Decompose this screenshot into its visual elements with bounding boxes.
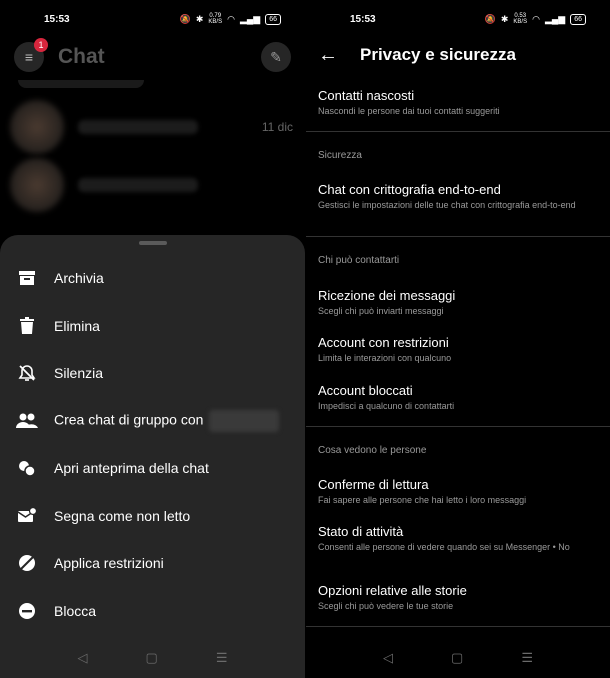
compose-button[interactable]: ✎	[261, 42, 291, 72]
option-block[interactable]: Blocca	[0, 591, 305, 631]
hamburger-icon: ≡	[24, 49, 34, 65]
search-bar-edge	[18, 80, 144, 88]
chat-date: 11 dic	[261, 120, 293, 134]
option-create-group[interactable]: Crea chat di gruppo con	[0, 401, 305, 441]
chat-header: ≡ 1 Chat ✎	[0, 38, 305, 74]
people-icon	[16, 410, 38, 432]
option-archive[interactable]: Archivia	[0, 258, 305, 298]
menu-button[interactable]: ≡ 1	[14, 38, 48, 72]
setting-story-options[interactable]: Opzioni relative alle storie Scegli chi …	[318, 582, 602, 612]
divider	[306, 131, 610, 132]
wifi-icon: ◠	[532, 13, 540, 24]
net-speed: 0.79 KB/S	[208, 13, 223, 25]
option-mute[interactable]: Silenzia	[0, 353, 305, 393]
divider	[306, 236, 610, 237]
status-time: 15:53	[44, 13, 70, 25]
option-delete[interactable]: Elimina	[0, 306, 305, 346]
recents-nav-icon[interactable]: ☰	[216, 650, 228, 666]
setting-hidden-contacts[interactable]: Contatti nascosti Nascondi le persone da…	[318, 87, 602, 117]
blurred-name	[78, 120, 198, 134]
right-screen: 15:53 🔕 ✱ 0.53 KB/S ◠ ▂▄▆ 66 ← Privacy e …	[306, 0, 610, 678]
chat-list-item[interactable]	[10, 156, 293, 214]
status-time: 15:53	[350, 13, 376, 25]
bluetooth-icon: ✱	[195, 13, 204, 24]
wifi-icon: ◠	[227, 13, 235, 24]
bluetooth-icon: ✱	[500, 13, 509, 24]
net-speed: 0.53 KB/S	[513, 13, 528, 25]
option-mark-unread[interactable]: Segna come non letto	[0, 496, 305, 536]
setting-message-delivery[interactable]: Ricezione dei messaggi Scegli chi può in…	[318, 287, 602, 317]
recents-nav-icon[interactable]: ☰	[521, 650, 533, 666]
status-bar: 15:53 🔕 ✱ 0.79 KB/S ◠ ▂▄▆ 66	[0, 0, 305, 38]
back-nav-icon[interactable]: ◁	[383, 650, 393, 666]
blurred-name	[78, 178, 198, 192]
action-sheet: Archivia Elimina Silenzia Crea chat di g…	[0, 235, 305, 678]
section-security: Sicurezza	[318, 150, 362, 161]
mute-icon: 🔕	[179, 13, 191, 24]
blurred-contact-name	[209, 410, 280, 432]
setting-blocked-accounts[interactable]: Account bloccati Impedisci a qualcuno di…	[318, 382, 602, 412]
setting-activity-status[interactable]: Stato di attività Consenti alle persone …	[318, 523, 602, 553]
page-title: Privacy e sicurezza	[360, 45, 516, 64]
restrict-icon	[16, 552, 38, 574]
mail-unread-icon	[16, 505, 38, 527]
setting-restricted-accounts[interactable]: Account con restrizioni Limita le intera…	[318, 334, 602, 364]
block-icon	[16, 600, 38, 622]
divider	[306, 426, 610, 427]
trash-icon	[16, 315, 38, 337]
back-arrow-icon[interactable]: ←	[318, 44, 346, 67]
notification-badge: 1	[34, 38, 48, 52]
section-what-people-see: Cosa vedono le persone	[318, 445, 427, 456]
pencil-icon: ✎	[270, 48, 282, 65]
chat-list-item[interactable]: 11 dic	[10, 98, 293, 156]
page-title: Chat	[58, 45, 105, 68]
setting-read-receipts[interactable]: Conferme di lettura Fai sapere alle pers…	[318, 476, 602, 506]
archive-icon	[16, 267, 38, 289]
back-nav-icon[interactable]: ◁	[78, 650, 88, 666]
option-restrict[interactable]: Applica restrizioni	[0, 543, 305, 583]
system-nav-bar: ◁ ▢ ☰	[306, 638, 610, 678]
chat-preview-icon	[16, 457, 38, 479]
divider	[306, 626, 610, 627]
status-bar: 15:53 🔕 ✱ 0.53 KB/S ◠ ▂▄▆ 66	[306, 0, 610, 38]
avatar	[10, 158, 64, 212]
home-nav-icon[interactable]: ▢	[451, 650, 463, 666]
signal-icon: ▂▄▆	[544, 13, 566, 24]
battery-icon: 66	[570, 13, 586, 25]
section-who-can-contact: Chi può contattarti	[318, 255, 400, 266]
bell-off-icon	[16, 362, 38, 384]
system-nav-bar: ◁ ▢ ☰	[0, 638, 305, 678]
setting-e2e-chats[interactable]: Chat con crittografia end-to-end Gestisc…	[318, 181, 602, 211]
signal-icon: ▂▄▆	[239, 13, 261, 24]
avatar	[10, 100, 64, 154]
privacy-header: ← Privacy e sicurezza	[306, 40, 610, 70]
sheet-handle[interactable]	[139, 241, 167, 245]
home-nav-icon[interactable]: ▢	[146, 650, 158, 666]
option-preview-chat[interactable]: Apri anteprima della chat	[0, 448, 305, 488]
battery-icon: 66	[265, 13, 281, 25]
mute-icon: 🔕	[484, 13, 496, 24]
left-screen: 15:53 🔕 ✱ 0.79 KB/S ◠ ▂▄▆ 66 ≡ 1 Chat ✎ 1…	[0, 0, 305, 678]
